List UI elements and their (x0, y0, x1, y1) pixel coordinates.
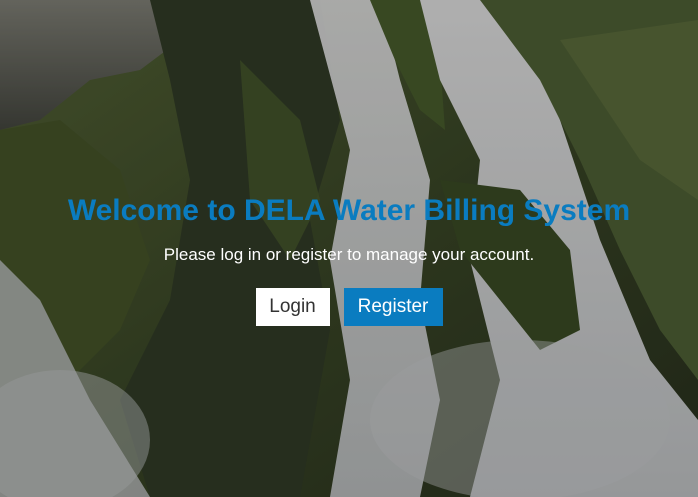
page-title: Welcome to DELA Water Billing System (67, 194, 631, 227)
welcome-content: Welcome to DELA Water Billing System Ple… (0, 0, 698, 497)
login-button[interactable]: Login (255, 288, 330, 326)
auth-actions: Login Register (0, 288, 698, 326)
register-button[interactable]: Register (343, 288, 443, 326)
page-subtitle: Please log in or register to manage your… (163, 245, 535, 264)
welcome-page: Welcome to DELA Water Billing System Ple… (0, 0, 698, 497)
